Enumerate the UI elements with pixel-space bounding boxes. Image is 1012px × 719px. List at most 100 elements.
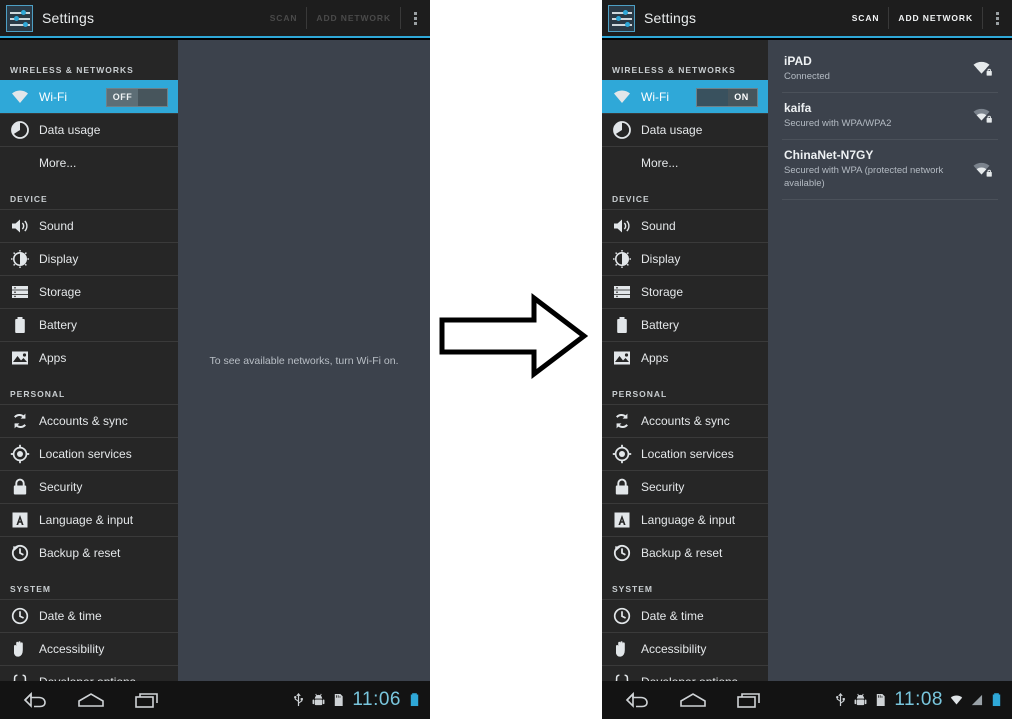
sidebar-section-header: DEVICE	[0, 179, 178, 209]
recents-icon[interactable]	[132, 689, 162, 711]
home-icon[interactable]	[76, 689, 106, 711]
location-icon	[612, 444, 632, 464]
sidebar-item-security[interactable]: Security	[0, 470, 178, 503]
sidebar-item-backup-reset[interactable]: Backup & reset	[602, 536, 768, 569]
wifi-network-ssid: ChinaNet-N7GY	[784, 148, 874, 162]
wifi-network-ssid: iPAD	[784, 54, 812, 68]
sidebar-item-more[interactable]: More...	[0, 146, 178, 179]
scan-button[interactable]: SCAN	[261, 6, 307, 30]
tablet-screenshot-before: Settings SCAN ADD NETWORK WIRELESS & NET…	[0, 0, 430, 719]
sidebar-item-accessibility[interactable]: Accessibility	[0, 632, 178, 665]
usb-icon	[836, 693, 846, 707]
action-bar-divider	[400, 7, 401, 29]
sidebar-item-display[interactable]: Display	[602, 242, 768, 275]
sidebar-item-sound[interactable]: Sound	[0, 209, 178, 242]
tablet-screenshot-after: Settings SCAN ADD NETWORK WIRELESS & NET…	[602, 0, 1012, 719]
sidebar-item-location-services[interactable]: Location services	[0, 437, 178, 470]
scan-button[interactable]: SCAN	[843, 6, 889, 30]
toggle-thumb	[697, 89, 728, 106]
comparison-figure: Settings SCAN ADD NETWORK WIRELESS & NET…	[0, 0, 1012, 719]
back-icon[interactable]	[20, 689, 50, 711]
sidebar-item-wi-fi[interactable]: Wi-Fi OFF	[0, 80, 178, 113]
toggle-state-label: ON	[734, 92, 749, 102]
wifi-network-row[interactable]: iPAD Connected	[782, 46, 998, 93]
status-tray-left: 11:06	[292, 689, 430, 711]
back-icon[interactable]	[622, 689, 652, 711]
recents-icon[interactable]	[734, 689, 764, 711]
sidebar-item-accounts-sync[interactable]: Accounts & sync	[602, 404, 768, 437]
storage-icon	[612, 282, 632, 302]
sidebar-item-accounts-sync[interactable]: Accounts & sync	[0, 404, 178, 437]
sidebar-section-title: WIRELESS & NETWORKS	[10, 65, 134, 75]
sidebar-item-apps[interactable]: Apps	[0, 341, 178, 374]
sidebar-item-backup-reset[interactable]: Backup & reset	[0, 536, 178, 569]
app-title: Settings	[42, 10, 95, 26]
wifi-signal-icon	[972, 107, 994, 125]
wifi-network-row[interactable]: kaifa Secured with WPA/WPA2	[782, 93, 998, 140]
sidebar-section-header: SYSTEM	[0, 569, 178, 599]
sound-icon	[10, 216, 30, 236]
sidebar-item-storage[interactable]: Storage	[602, 275, 768, 308]
sidebar-item-sound[interactable]: Sound	[602, 209, 768, 242]
overflow-menu-icon[interactable]	[986, 5, 1008, 31]
wifi-network-status: Secured with WPA (protected network avai…	[784, 165, 944, 189]
signal-icon	[971, 694, 983, 706]
storage-icon	[10, 282, 30, 302]
sidebar-item-label: Apps	[641, 351, 669, 365]
sidebar-item-battery[interactable]: Battery	[0, 308, 178, 341]
sidebar-item-label: Wi-Fi	[39, 90, 67, 104]
wifi-network-list[interactable]: iPAD Connected kaifa Secured with WPA/WPA2 C…	[768, 40, 1012, 200]
sidebar-item-display[interactable]: Display	[0, 242, 178, 275]
sidebar-item-label: Sound	[39, 219, 74, 233]
sidebar-item-data-usage[interactable]: Data usage	[602, 113, 768, 146]
battery-icon	[10, 315, 30, 335]
wifi-network-status: Secured with WPA/WPA2	[784, 118, 892, 129]
right-arrow	[438, 292, 589, 380]
wifi-network-row[interactable]: ChinaNet-N7GY Secured with WPA (protected…	[782, 140, 998, 200]
sidebar-item-apps[interactable]: Apps	[602, 341, 768, 374]
sidebar-item-label: Storage	[641, 285, 684, 299]
sidebar-item-label: Battery	[641, 318, 680, 332]
accessibility-hand-icon	[612, 639, 632, 659]
sound-icon	[612, 216, 632, 236]
sidebar-item-accessibility[interactable]: Accessibility	[602, 632, 768, 665]
sidebar-item-location-services[interactable]: Location services	[602, 437, 768, 470]
add-network-button[interactable]: ADD NETWORK	[307, 6, 400, 30]
sidebar-item-security[interactable]: Security	[602, 470, 768, 503]
settings-sliders-icon	[608, 4, 635, 32]
sidebar-item-language-input[interactable]: Language & input	[602, 503, 768, 536]
sidebar-item-label: Accessibility	[641, 642, 707, 656]
action-bar-right: Settings SCAN ADD NETWORK	[602, 0, 1012, 38]
overflow-menu-icon[interactable]	[404, 5, 426, 31]
battery-icon	[612, 315, 632, 335]
wifi-toggle-switch[interactable]: ON	[696, 88, 758, 107]
sidebar-section-header: SYSTEM	[602, 569, 768, 599]
settings-sidebar-left[interactable]: WIRELESS & NETWORKS Wi-Fi OFF Data usage Mor…	[0, 40, 178, 690]
sidebar-item-label: Language & input	[641, 513, 736, 527]
sidebar-item-battery[interactable]: Battery	[602, 308, 768, 341]
sidebar-item-storage[interactable]: Storage	[0, 275, 178, 308]
battery-icon	[992, 693, 1001, 707]
sidebar-section-title: PERSONAL	[612, 389, 668, 399]
sidebar-item-label: Wi-Fi	[641, 90, 669, 104]
sidebar-item-language-input[interactable]: Language & input	[0, 503, 178, 536]
sidebar-item-date-time[interactable]: Date & time	[0, 599, 178, 632]
sidebar-item-data-usage[interactable]: Data usage	[0, 113, 178, 146]
sidebar-item-wi-fi[interactable]: Wi-Fi ON	[602, 80, 768, 113]
language-icon	[612, 510, 632, 530]
sidebar-item-date-time[interactable]: Date & time	[602, 599, 768, 632]
home-icon[interactable]	[678, 689, 708, 711]
wifi-network-ssid: kaifa	[784, 101, 812, 115]
sidebar-item-more[interactable]: More...	[602, 146, 768, 179]
backup-reset-icon	[612, 543, 632, 563]
android-debug-icon	[854, 693, 867, 706]
sidebar-section-title: PERSONAL	[10, 389, 66, 399]
language-icon	[10, 510, 30, 530]
add-network-button[interactable]: ADD NETWORK	[889, 6, 982, 30]
sidebar-section-title: DEVICE	[10, 194, 48, 204]
settings-sidebar-right[interactable]: WIRELESS & NETWORKS Wi-Fi ON Data usage More…	[602, 40, 768, 690]
settings-sliders-icon	[6, 4, 33, 32]
sidebar-section-header: WIRELESS & NETWORKS	[0, 40, 178, 80]
sidebar-item-label: Accounts & sync	[641, 414, 730, 428]
wifi-toggle-switch[interactable]: OFF	[106, 88, 168, 107]
